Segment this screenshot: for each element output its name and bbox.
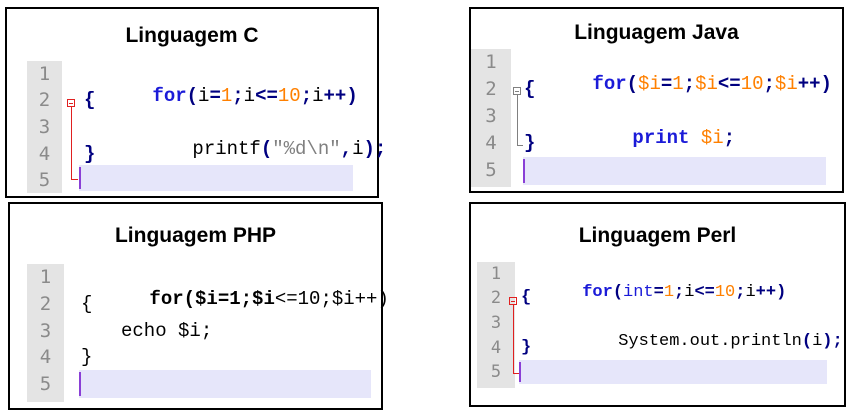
code-line-3: print $i; xyxy=(632,127,736,149)
line-number: 5 xyxy=(485,159,497,181)
panel-linguagem-java: Linguagem Java 1 2 3 4 5 for($i=1;$i<=10… xyxy=(469,7,844,193)
code-editor[interactable]: 1 2 3 4 5 for($i=1;$i<=10;$i++) { echo $… xyxy=(27,264,389,402)
line-number: 2 xyxy=(38,89,51,111)
line-number: 4 xyxy=(485,132,497,154)
code-line-3: printf("%d\n",i); xyxy=(192,138,387,160)
code-line-4: } xyxy=(84,143,96,165)
code-line-2: { xyxy=(81,293,93,315)
fold-collapse-icon[interactable] xyxy=(513,87,521,95)
code-editor[interactable]: 1 2 3 4 5 for(i=1;i<=10;i++) { printf("%… xyxy=(27,61,386,193)
line-number: 4 xyxy=(39,346,52,368)
panel-title: Linguagem Perl xyxy=(578,224,737,247)
fold-line xyxy=(517,95,518,145)
text-cursor xyxy=(79,372,81,396)
panel-title: Linguagem PHP xyxy=(114,224,277,247)
line-number: 1 xyxy=(38,63,51,85)
line-number: 3 xyxy=(39,320,52,342)
text-cursor xyxy=(79,167,81,189)
line-number: 1 xyxy=(490,264,502,284)
fold-line xyxy=(71,107,72,179)
line-number: 5 xyxy=(490,362,502,382)
line-number: 1 xyxy=(39,266,52,288)
fold-collapse-icon[interactable] xyxy=(67,99,75,107)
code-line-3: echo $i; xyxy=(121,320,213,342)
line-number: 3 xyxy=(485,105,497,127)
panel-linguagem-c: Linguagem C 1 2 3 4 5 for(i=1;i<=10;i++)… xyxy=(5,7,386,198)
line-number: 2 xyxy=(39,293,52,315)
code-line-2: { xyxy=(84,89,96,111)
line-number: 5 xyxy=(39,373,52,395)
line-number: 4 xyxy=(38,143,51,165)
text-cursor xyxy=(523,159,525,183)
fold-end-line xyxy=(513,373,519,374)
code-line-2: { xyxy=(524,78,536,100)
panel-linguagem-php: Linguagem PHP 1 2 3 4 5 for($i=1;$i<=10;… xyxy=(8,202,389,410)
code-line-2: { xyxy=(521,288,532,307)
panel-title: Linguagem Java xyxy=(574,21,739,44)
line-number: 2 xyxy=(485,78,497,100)
fold-collapse-icon[interactable] xyxy=(509,297,517,305)
code-line-4: } xyxy=(81,346,93,368)
code-line-3: System.out.println(i); xyxy=(618,332,843,351)
code-editor[interactable]: 1 2 3 4 5 for($i=1;$i<=10;$i++) { print … xyxy=(471,49,832,187)
line-number: 5 xyxy=(38,169,51,191)
line-number: 3 xyxy=(490,313,502,333)
line-number: 4 xyxy=(490,338,502,358)
fold-end-line xyxy=(517,145,523,146)
line-number: 1 xyxy=(485,51,497,73)
line-number: 3 xyxy=(38,116,51,138)
code-line-4: } xyxy=(524,132,536,154)
panel-linguagem-perl: Linguagem Perl 1 2 3 4 5 for(int=1;i<=10… xyxy=(469,202,846,407)
panel-title: Linguagem C xyxy=(125,24,259,47)
code-editor[interactable]: 1 2 3 4 5 for(int=1;i<=10;i++) { System.… xyxy=(477,262,843,388)
code-line-4: } xyxy=(521,338,532,357)
fold-end-line xyxy=(71,179,78,180)
fold-line xyxy=(513,305,514,373)
current-line-highlight xyxy=(79,370,371,398)
text-cursor xyxy=(519,362,521,382)
